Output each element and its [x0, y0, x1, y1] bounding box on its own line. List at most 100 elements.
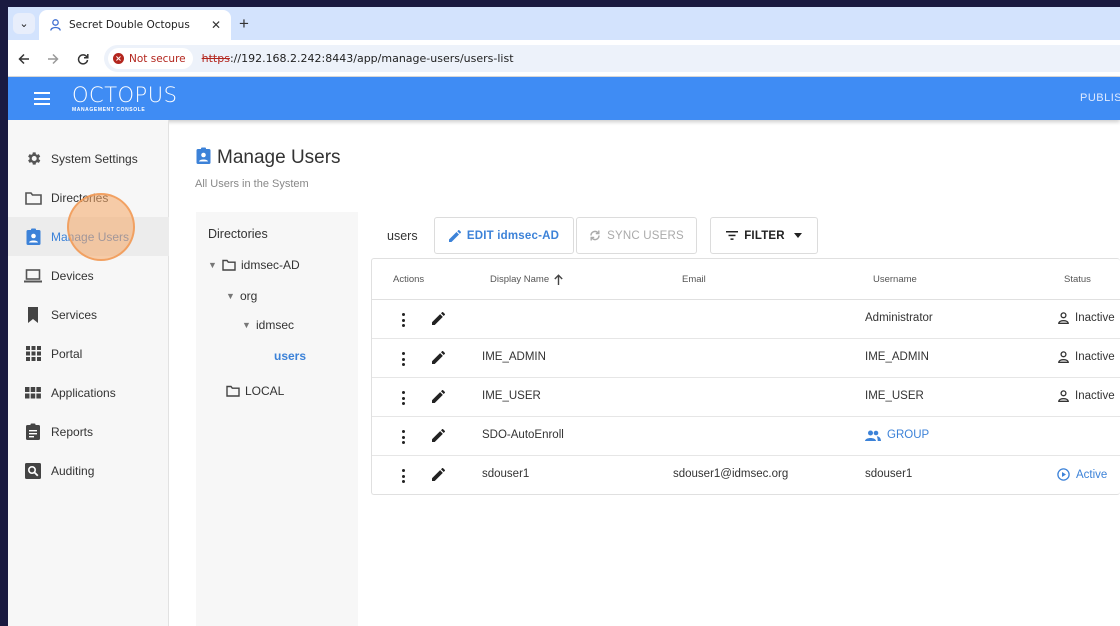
gear-icon — [24, 150, 42, 168]
group-link[interactable]: GROUP — [865, 429, 929, 441]
person-outline-icon — [1058, 390, 1069, 402]
sync-icon — [589, 229, 601, 242]
edit-pencil-icon[interactable] — [432, 467, 446, 484]
url-protocol: https — [201, 52, 230, 65]
warning-icon: × — [113, 53, 124, 64]
person-outline-icon — [1058, 312, 1069, 324]
search-box-icon — [24, 462, 42, 480]
laptop-icon — [24, 267, 42, 285]
sidebar-item-system-settings[interactable]: System Settings — [8, 139, 169, 178]
tree-node-org[interactable]: ▼ org — [226, 289, 257, 303]
sidebar-item-applications[interactable]: Applications — [8, 373, 169, 412]
status-label: Inactive — [1075, 390, 1115, 402]
tab-title: Secret Double Octopus — [69, 19, 190, 31]
table-row[interactable]: Administrator Inactive — [372, 300, 1120, 339]
more-options-icon[interactable] — [400, 469, 406, 483]
column-header-status[interactable]: Status — [1064, 274, 1091, 285]
sidebar-item-auditing[interactable]: Auditing — [8, 451, 169, 490]
back-arrow-icon[interactable] — [14, 49, 34, 69]
status-label: Active — [1076, 468, 1108, 481]
status-label: Inactive — [1075, 351, 1115, 363]
edit-pencil-icon[interactable] — [432, 350, 446, 367]
table-row[interactable]: SDO-AutoEnroll GROUP — [372, 417, 1120, 456]
more-options-icon[interactable] — [400, 352, 406, 366]
tree-node-local[interactable]: LOCAL — [226, 384, 284, 398]
page-subtitle: All Users in the System — [195, 178, 309, 190]
address-bar[interactable]: × Not secure https://192.168.2.242:8443/… — [104, 45, 1120, 72]
status-cell: Inactive — [1058, 390, 1115, 402]
clipboard-icon — [24, 423, 42, 441]
status-cell: Inactive — [1058, 351, 1115, 363]
email-cell: sdouser1@idmsec.org — [673, 468, 789, 480]
close-tab-icon[interactable]: ✕ — [207, 16, 225, 34]
column-header-actions: Actions — [393, 274, 425, 285]
sidebar-item-portal[interactable]: Portal — [8, 334, 169, 373]
directories-panel: Directories ▼ idmsec-AD ▼ org ▼ idmsec u… — [196, 212, 358, 626]
edit-pencil-icon[interactable] — [432, 311, 446, 328]
browser-toolbar: × Not secure https://192.168.2.242:8443/… — [8, 40, 1120, 77]
menu-icon[interactable] — [34, 92, 50, 105]
url-path: ://192.168.2.242:8443/app/manage-users/u… — [229, 52, 514, 65]
status-label: Inactive — [1075, 312, 1115, 324]
sidebar-item-services[interactable]: Services — [8, 295, 169, 334]
edit-directory-button[interactable]: EDIT idmsec-AD — [434, 217, 574, 254]
sidebar-item-directories[interactable]: Directories — [8, 178, 169, 217]
sort-arrow-icon[interactable] — [554, 274, 563, 285]
edit-pencil-icon[interactable] — [432, 389, 446, 406]
bookmark-icon — [24, 306, 42, 324]
tab-strip: ⌄ Secret Double Octopus ✕ + — [8, 7, 1120, 40]
sidebar-item-reports[interactable]: Reports — [8, 412, 169, 451]
table-row[interactable]: sdouser1 sdouser1@idmsec.org sdouser1 Ac… — [372, 456, 1120, 495]
filter-button-label: FILTER — [744, 229, 785, 242]
pencil-icon — [448, 229, 461, 242]
browser-window: ⌄ Secret Double Octopus ✕ + × Not secure… — [8, 7, 1120, 626]
tab-search-button[interactable]: ⌄ — [13, 13, 35, 34]
more-options-icon[interactable] — [400, 391, 406, 405]
sidebar-item-manage-users[interactable]: Manage Users — [8, 217, 169, 256]
apps-icon — [24, 384, 42, 402]
sync-users-button[interactable]: SYNC USERS — [576, 217, 697, 254]
grid-icon — [24, 345, 42, 363]
sidebar-item-devices[interactable]: Devices — [8, 256, 169, 295]
security-chip[interactable]: × Not secure — [108, 48, 193, 69]
tree-node-idmsec[interactable]: ▼ idmsec — [242, 318, 294, 332]
status-cell: Active — [1057, 468, 1107, 481]
filter-button[interactable]: FILTER — [710, 217, 818, 254]
caret-down-icon[interactable]: ▼ — [208, 260, 222, 270]
sync-button-label: SYNC USERS — [607, 229, 684, 242]
table-row[interactable]: IME_ADMIN IME_ADMIN Inactive — [372, 339, 1120, 378]
sidebar-item-label: Devices — [51, 268, 94, 283]
edit-button-label: EDIT idmsec-AD — [466, 229, 560, 242]
person-outline-icon — [1058, 351, 1069, 363]
display-name-cell: IME_USER — [482, 390, 541, 402]
publish-button[interactable]: PUBLIS — [1080, 92, 1120, 104]
tree-node-label: users — [274, 349, 307, 363]
tree-node-idmsec-ad[interactable]: ▼ idmsec-AD — [208, 258, 300, 272]
user-favicon-icon — [49, 19, 61, 31]
edit-pencil-icon[interactable] — [432, 428, 446, 445]
column-header-username[interactable]: Username — [873, 274, 917, 285]
status-cell: Inactive — [1058, 312, 1115, 324]
more-options-icon[interactable] — [400, 313, 406, 327]
tree-node-label: idmsec — [256, 318, 295, 332]
folder-icon — [24, 189, 42, 207]
caret-down-icon[interactable]: ▼ — [226, 291, 240, 301]
more-options-icon[interactable] — [400, 430, 406, 444]
new-tab-button[interactable]: + — [234, 14, 254, 34]
forward-arrow-icon[interactable] — [43, 49, 63, 69]
folder-icon — [222, 259, 236, 271]
url-text[interactable]: https://192.168.2.242:8443/app/manage-us… — [202, 52, 514, 65]
username-cell: GROUP — [887, 429, 930, 441]
username-cell: IME_USER — [865, 390, 924, 402]
table-row[interactable]: IME_USER IME_USER Inactive — [372, 378, 1120, 417]
filter-icon — [726, 231, 739, 240]
column-header-email[interactable]: Email — [682, 274, 706, 285]
column-header-display-name[interactable]: Display Name — [490, 274, 563, 285]
browser-tab[interactable]: Secret Double Octopus ✕ — [39, 10, 231, 40]
tree-node-users[interactable]: users — [274, 349, 306, 363]
username-cell: Administrator — [865, 312, 933, 324]
page-title: Manage Users — [217, 147, 341, 168]
reload-icon[interactable] — [73, 49, 93, 69]
user-badge-icon — [24, 228, 42, 246]
caret-down-icon[interactable]: ▼ — [242, 320, 256, 330]
